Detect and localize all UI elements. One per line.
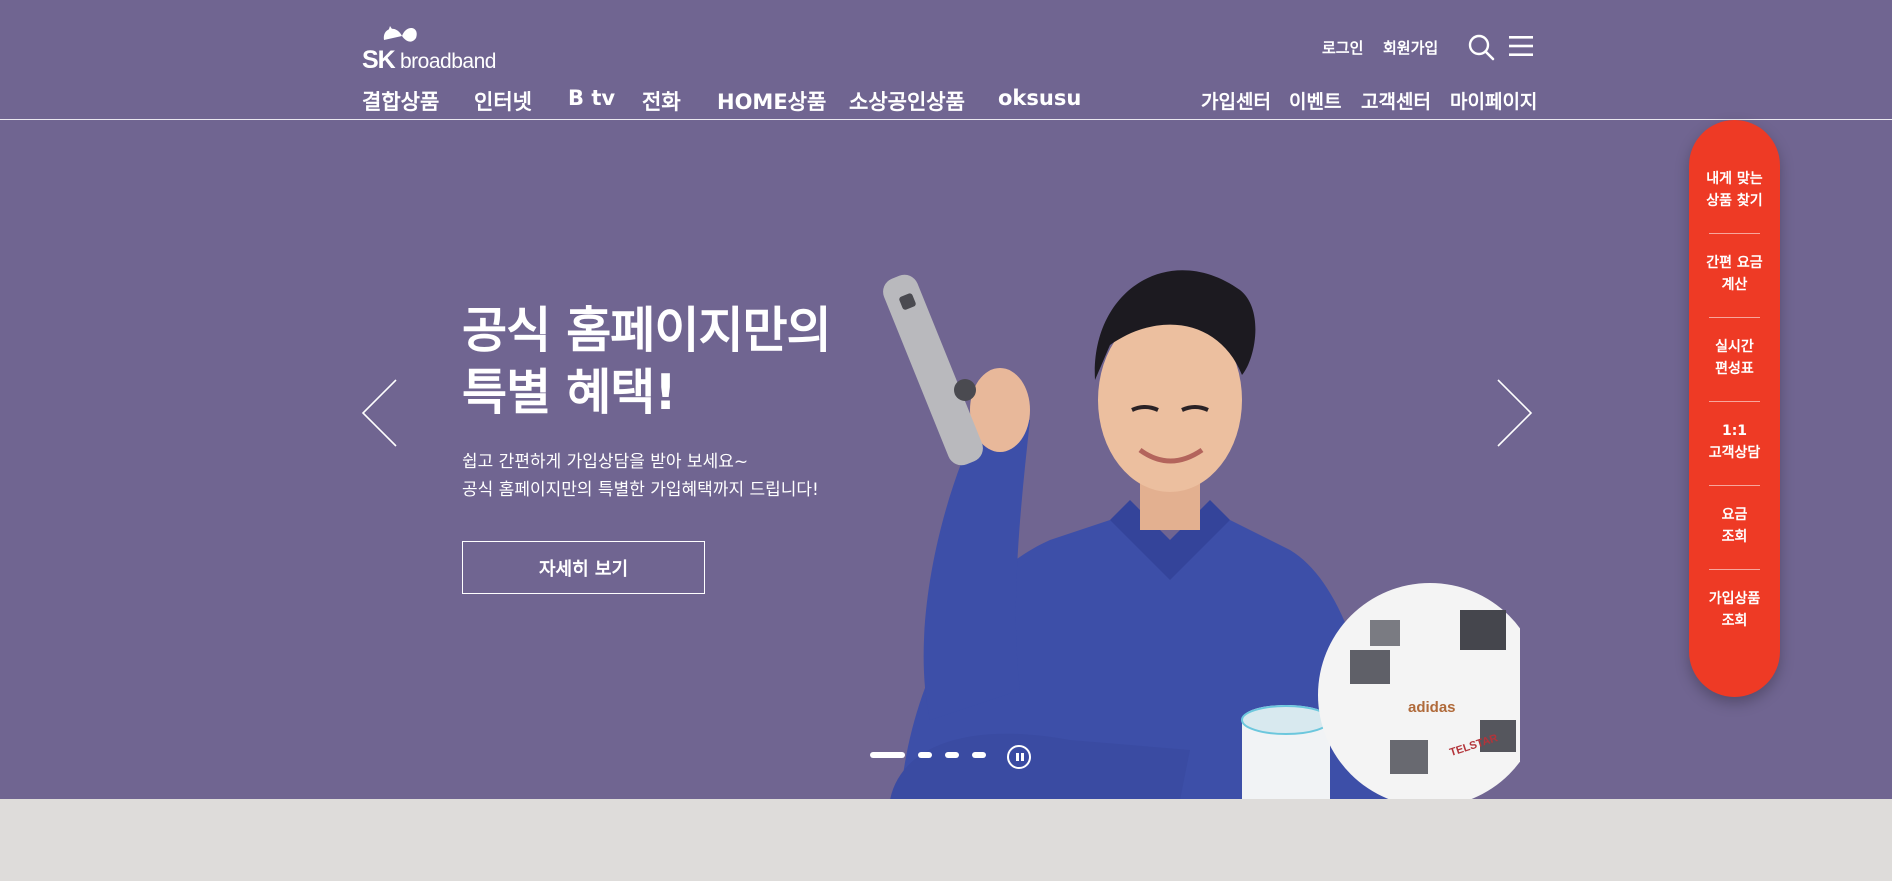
slide-description: 쉽고 간편하게 가입상담을 받아 보세요~ 공식 홈페이지만의 특별한 가입혜택…: [462, 448, 819, 504]
slide-title-line1: 공식 홈페이지만의: [462, 302, 832, 359]
slide-desc-line2: 공식 홈페이지만의 특별한 가입혜택까지 드립니다!: [462, 480, 819, 500]
quick-item-label: 1:1: [1721, 423, 1748, 439]
join-link[interactable]: 회원가입: [1383, 37, 1438, 58]
hero-banner: SK broadband 로그인 회원가입 결합상품 인터넷 B tv 전화 H…: [0, 0, 1892, 799]
gnb-item-customer-center[interactable]: 고객센터: [1361, 87, 1431, 114]
quick-item-fee-inquiry[interactable]: 요금 조회: [1689, 504, 1780, 548]
ball-brand-text: adidas: [1408, 699, 1456, 716]
quick-item-label: 간편 요금: [1706, 255, 1763, 271]
gnb-item-internet[interactable]: 인터넷: [474, 86, 532, 116]
logo-sk-text: SK: [362, 46, 396, 74]
gnb-item-mypage[interactable]: 마이페이지: [1450, 87, 1537, 114]
slide-title: 공식 홈페이지만의 특별 혜택!: [462, 300, 832, 424]
quick-divider: [1709, 569, 1760, 570]
pager-dot-3[interactable]: [945, 752, 959, 758]
quick-item-consult[interactable]: 1:1 고객상담: [1689, 420, 1780, 464]
quick-divider: [1709, 317, 1760, 318]
quick-item-label: 내게 맞는: [1706, 171, 1763, 187]
quick-item-label: 계산: [1721, 277, 1748, 293]
quick-menu: 내게 맞는 상품 찾기 간편 요금 계산 실시간 편성표 1:1 고객상담 요금…: [1689, 120, 1780, 697]
chevron-right-icon[interactable]: [1494, 378, 1534, 448]
quick-divider: [1709, 233, 1760, 234]
quick-divider: [1709, 485, 1760, 486]
pager-dot-2[interactable]: [918, 752, 932, 758]
quick-item-label: 고객상담: [1708, 445, 1761, 461]
hamburger-icon[interactable]: [1509, 34, 1533, 58]
quick-item-find-product[interactable]: 내게 맞는 상품 찾기: [1689, 168, 1780, 212]
quick-item-label: 실시간: [1715, 339, 1754, 355]
logo-broadband-text: broadband: [400, 50, 496, 73]
header-divider: [0, 119, 1892, 120]
pager-dot-4[interactable]: [972, 752, 986, 758]
slide-title-line2: 특별 혜택!: [462, 364, 677, 421]
pager-dot-1-active[interactable]: [870, 752, 905, 758]
quick-item-label: 가입상품: [1708, 591, 1761, 607]
quick-item-label: 상품 찾기: [1706, 193, 1763, 209]
login-link[interactable]: 로그인: [1322, 37, 1363, 58]
gnb-item-signup-center[interactable]: 가입센터: [1201, 87, 1271, 114]
quick-item-label: 조회: [1721, 529, 1748, 545]
gnb-item-event[interactable]: 이벤트: [1289, 87, 1341, 114]
hero-visual-image: adidas TELSTAR: [883, 270, 1520, 799]
gnb-item-combined[interactable]: 결합상품: [362, 86, 439, 116]
quick-item-label: 편성표: [1715, 361, 1754, 377]
detail-view-button[interactable]: 자세히 보기: [462, 541, 705, 594]
pause-icon[interactable]: [1007, 745, 1031, 769]
gnb-item-oksusu[interactable]: oksusu: [998, 86, 1081, 110]
quick-item-label: 요금: [1721, 507, 1748, 523]
quick-item-schedule[interactable]: 실시간 편성표: [1689, 336, 1780, 380]
quick-item-fee-calc[interactable]: 간편 요금 계산: [1689, 252, 1780, 296]
slide-desc-line1: 쉽고 간편하게 가입상담을 받아 보세요~: [462, 452, 749, 472]
search-icon[interactable]: [1467, 33, 1495, 61]
gnb-item-phone[interactable]: 전화: [642, 86, 681, 116]
gnb-item-btv[interactable]: B tv: [568, 86, 615, 110]
sk-broadband-logo[interactable]: SK broadband: [362, 22, 512, 74]
quick-item-subscribed-inquiry[interactable]: 가입상품 조회: [1689, 588, 1780, 632]
quick-item-label: 조회: [1721, 613, 1748, 629]
quick-divider: [1709, 401, 1760, 402]
gnb-item-home[interactable]: HOME상품: [717, 86, 826, 116]
gnb-item-smallbiz[interactable]: 소상공인상품: [849, 86, 965, 116]
chevron-left-icon[interactable]: [360, 378, 400, 448]
